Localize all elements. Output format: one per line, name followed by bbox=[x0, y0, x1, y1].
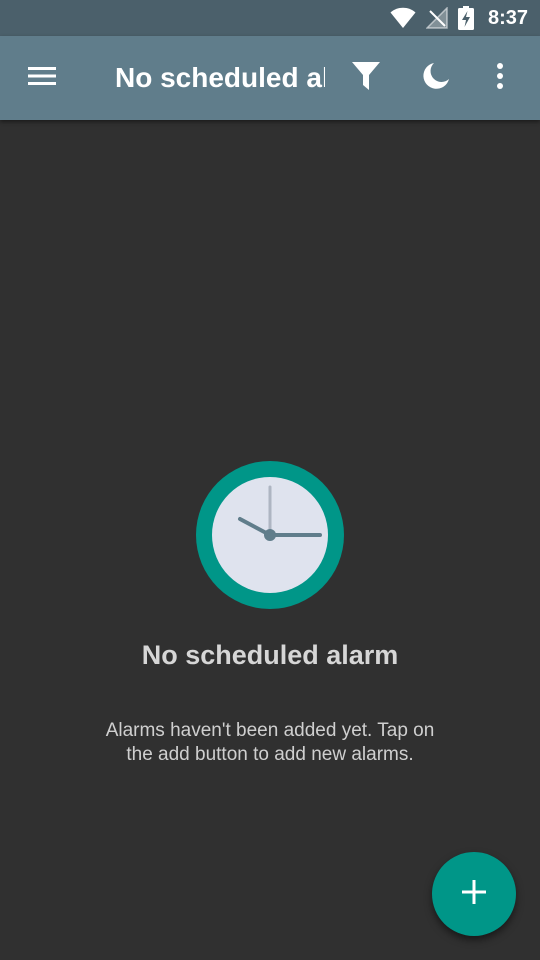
moon-icon bbox=[422, 62, 450, 95]
empty-state-description: Alarms haven't been added yet. Tap on th… bbox=[105, 720, 435, 765]
menu-icon bbox=[27, 65, 57, 92]
no-signal-icon bbox=[425, 7, 448, 29]
page-title: No scheduled alarm bbox=[115, 62, 325, 93]
battery-charging-icon bbox=[457, 6, 474, 30]
more-vert-icon bbox=[496, 62, 504, 95]
clock-icon bbox=[196, 461, 344, 609]
status-time: 8:37 bbox=[487, 6, 528, 29]
filter-icon bbox=[351, 60, 381, 97]
night-mode-button[interactable] bbox=[412, 54, 460, 102]
app-bar: No scheduled alarm bbox=[0, 36, 540, 120]
empty-state-title: No scheduled alarm bbox=[141, 640, 399, 670]
more-options-button[interactable] bbox=[476, 54, 524, 102]
status-icons: 8:37 bbox=[390, 0, 528, 36]
filter-button[interactable] bbox=[342, 54, 390, 102]
plus-icon bbox=[461, 879, 487, 910]
status-bar: 8:37 bbox=[0, 0, 540, 36]
menu-button[interactable] bbox=[18, 54, 66, 102]
add-alarm-button[interactable] bbox=[432, 852, 516, 936]
wifi-icon bbox=[390, 7, 416, 29]
